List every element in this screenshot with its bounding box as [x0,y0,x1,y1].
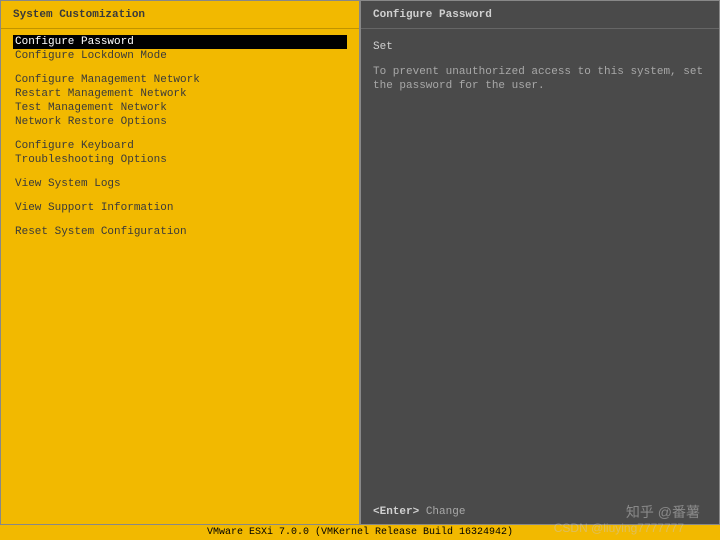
menu-group: View Support Information [13,201,347,215]
right-panel-title: Configure Password [361,1,719,29]
menu-group: Configure Password Configure Lockdown Mo… [13,35,347,63]
menu-item-configure-mgmt-network[interactable]: Configure Management Network [13,73,347,87]
menu-item-test-mgmt-network[interactable]: Test Management Network [13,101,347,115]
left-panel: System Customization Configure Password … [0,0,360,525]
menu-item-configure-password[interactable]: Configure Password [13,35,347,49]
status-bar: VMware ESXi 7.0.0 (VMKernel Release Buil… [0,525,720,540]
hint-key-enter: <Enter> [373,506,419,518]
menu-list: Configure Password Configure Lockdown Mo… [1,29,359,261]
menu-group: Reset System Configuration [13,225,347,239]
menu-item-reset-system-configuration[interactable]: Reset System Configuration [13,225,347,239]
hint-bar: <Enter> Change [373,506,707,518]
menu-group: View System Logs [13,177,347,191]
hint-action-change: Change [426,506,466,518]
detail-description: To prevent unauthorized access to this s… [373,65,707,93]
menu-group: Configure Management Network Restart Man… [13,73,347,129]
menu-item-configure-lockdown-mode[interactable]: Configure Lockdown Mode [13,49,347,63]
menu-item-network-restore-options[interactable]: Network Restore Options [13,115,347,129]
menu-item-restart-mgmt-network[interactable]: Restart Management Network [13,87,347,101]
right-panel: Configure Password Set To prevent unauth… [360,0,720,525]
dcui-screen: System Customization Configure Password … [0,0,720,525]
detail-heading: Set [373,35,707,55]
menu-item-configure-keyboard[interactable]: Configure Keyboard [13,139,347,153]
left-panel-title: System Customization [1,1,359,29]
menu-item-troubleshooting-options[interactable]: Troubleshooting Options [13,153,347,167]
menu-group: Configure Keyboard Troubleshooting Optio… [13,139,347,167]
right-panel-body: Set To prevent unauthorized access to th… [361,29,719,105]
menu-item-view-support-information[interactable]: View Support Information [13,201,347,215]
menu-item-view-system-logs[interactable]: View System Logs [13,177,347,191]
